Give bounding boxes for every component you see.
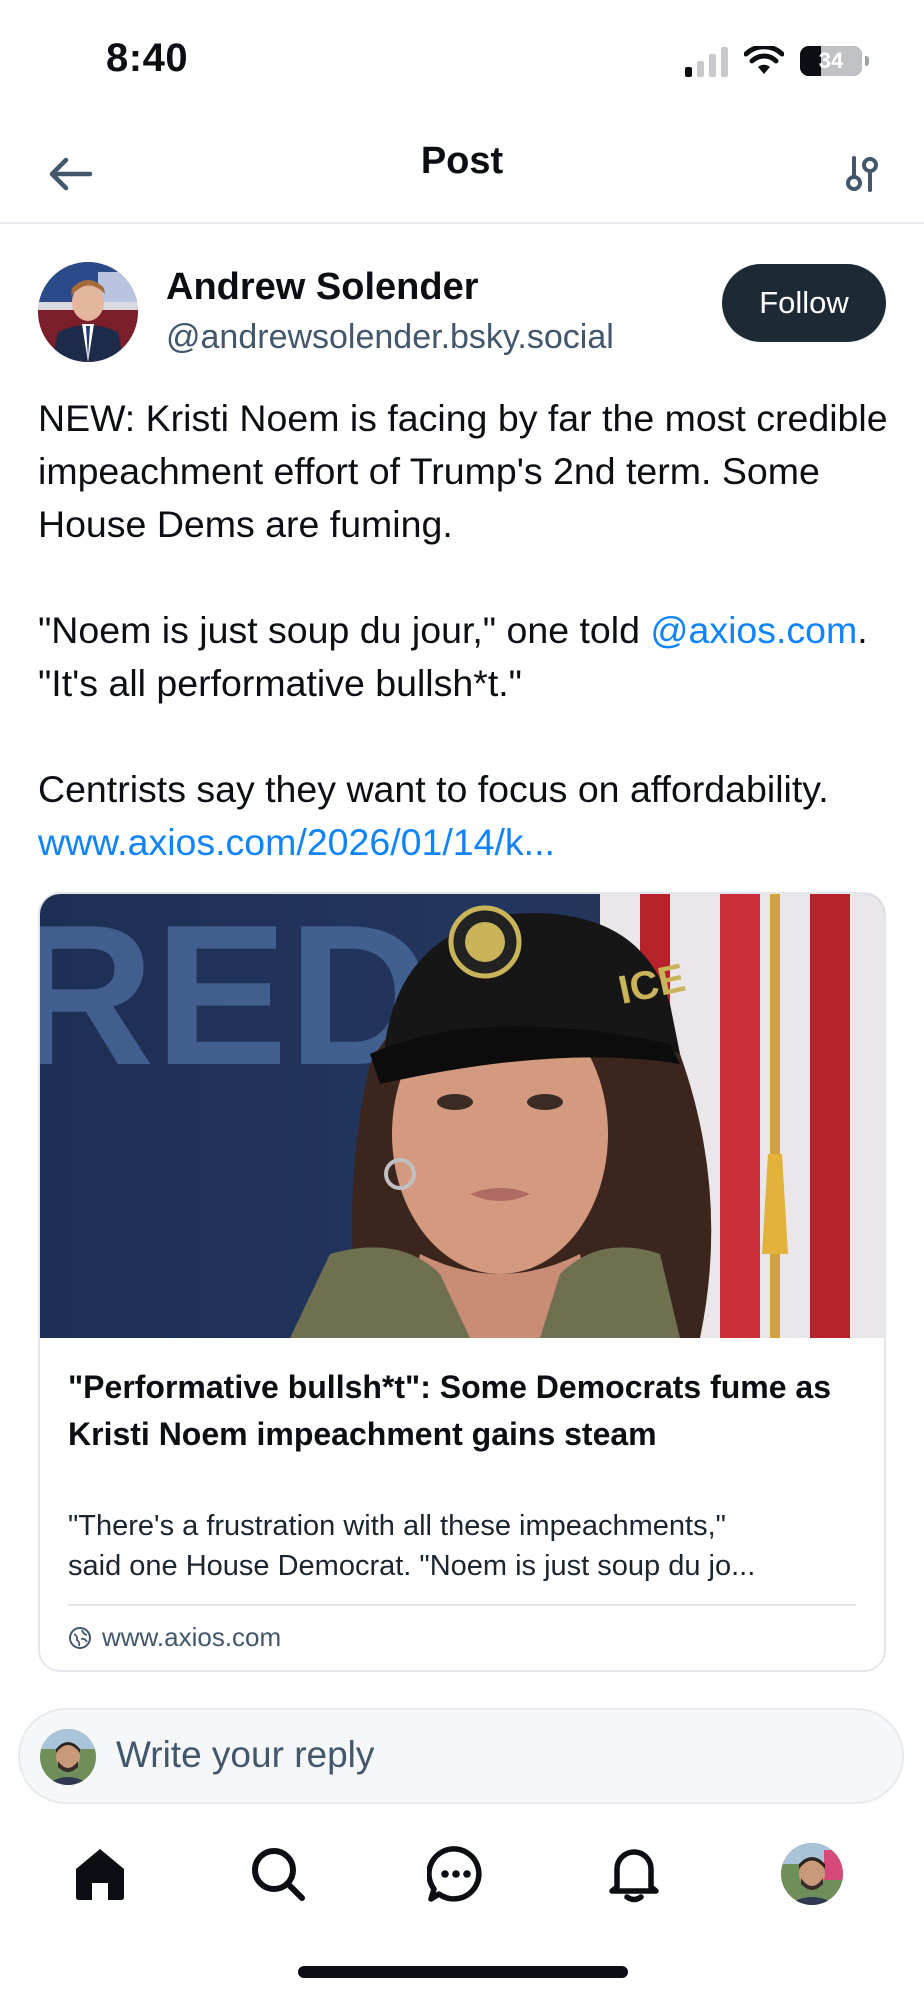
card-image: RED ICE (40, 894, 884, 1338)
home-indicator (298, 1966, 628, 1978)
card-divider (68, 1604, 856, 1606)
post-paragraph: NEW: Kristi Noem is facing by far the mo… (38, 397, 888, 545)
nav-profile[interactable] (772, 1834, 852, 1914)
battery-level: 34 (818, 48, 844, 73)
chat-icon (427, 1846, 482, 1902)
bottom-nav (0, 1834, 924, 1930)
reply-input[interactable]: Write your reply (18, 1708, 904, 1804)
thread-settings-button[interactable] (830, 142, 894, 206)
follow-button[interactable]: Follow (722, 264, 886, 342)
url-link[interactable]: www.axios.com/2026/01/14/k... (38, 821, 555, 863)
card-title: "Performative bullsh*t": Some Democrats … (68, 1369, 832, 1452)
card-description-line: said one House Democrat. "Noem is just s… (68, 1550, 756, 1582)
home-icon (76, 1849, 124, 1900)
author-handle[interactable]: @andrewsolender.bsky.social (166, 318, 614, 357)
search-icon (252, 1848, 305, 1901)
header: Post (0, 120, 924, 224)
status-bar: 8:40 34 (0, 0, 924, 120)
nav-search[interactable] (238, 1834, 318, 1914)
card-domain: www.axios.com (68, 1622, 281, 1653)
post-text-segment: Centrists say they want to focus on affo… (38, 768, 829, 810)
cellular-signal-icon (685, 45, 728, 77)
profile-avatar (781, 1843, 843, 1905)
post-paragraph: Centrists say they want to focus on affo… (38, 763, 894, 869)
battery-icon: 34 (800, 46, 869, 76)
post-text-segment: "Noem is just soup du jour," one told (38, 609, 651, 651)
reply-placeholder: Write your reply (116, 1734, 375, 1775)
bell-icon (609, 1849, 659, 1903)
nav-chat[interactable] (416, 1834, 496, 1914)
link-card[interactable]: RED ICE "Performative bullsh*t": Some De… (38, 892, 886, 1672)
status-icons: 34 (685, 44, 869, 78)
card-domain-text: www.axios.com (102, 1622, 282, 1652)
globe-icon (69, 1626, 91, 1649)
status-time: 8:40 (106, 36, 189, 80)
post-paragraph: "Noem is just soup du jour," one told @a… (38, 604, 894, 710)
nav-notifications[interactable] (594, 1834, 674, 1914)
author-name[interactable]: Andrew Solender (166, 266, 479, 309)
post-text: NEW: Kristi Noem is facing by far the mo… (38, 392, 894, 869)
author-avatar[interactable] (38, 262, 138, 362)
page-title: Post (420, 140, 504, 182)
card-description-line: "There's a frustration with all these im… (68, 1510, 726, 1542)
user-avatar (40, 1729, 96, 1785)
sliders-icon (846, 156, 878, 192)
mention-link[interactable]: @axios.com (650, 609, 857, 651)
wifi-icon (744, 46, 784, 74)
card-description: "There's a frustration with all these im… (68, 1506, 858, 1586)
nav-home[interactable] (60, 1834, 140, 1914)
avatar-image (38, 262, 138, 362)
